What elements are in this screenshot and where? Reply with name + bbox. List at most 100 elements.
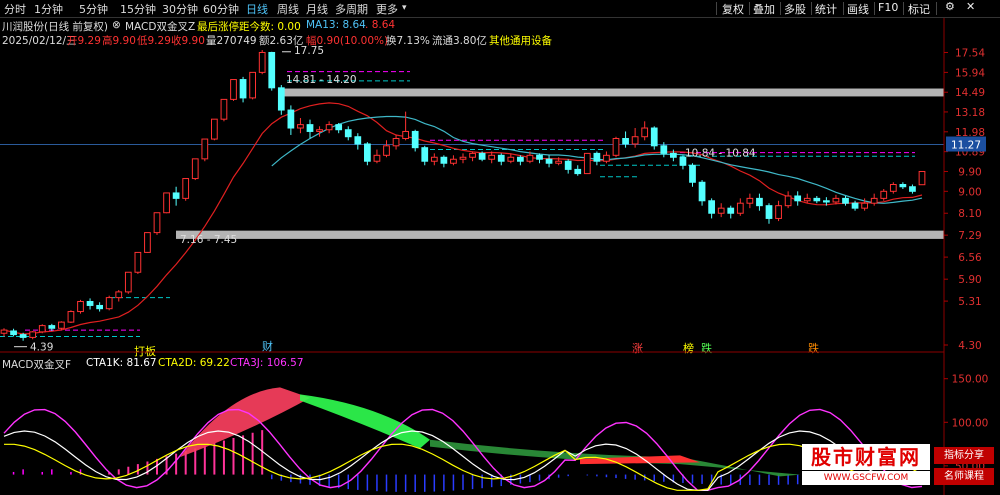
candle-body <box>564 160 572 170</box>
price-tick-label: 5.31 <box>958 296 981 308</box>
candle-body <box>19 334 27 338</box>
candle-body <box>851 202 859 209</box>
current-price-label: 11.27 <box>951 140 981 152</box>
candle-body <box>717 207 725 214</box>
candle-body <box>402 130 409 140</box>
candle-body <box>641 127 649 138</box>
candle-body <box>383 145 390 156</box>
band-lower-label: 7.16 - 7.45 <box>180 234 237 246</box>
candle-body <box>488 154 496 160</box>
sub-axis-label: 100.00 <box>952 417 989 429</box>
price-tick-label: 8.10 <box>958 208 981 220</box>
candle-body <box>105 297 113 310</box>
candle-body <box>622 138 629 145</box>
macd-positive-area <box>180 387 310 458</box>
price-tick-label: 9.00 <box>958 186 981 198</box>
candle-body <box>459 156 467 160</box>
candle-body <box>450 158 457 164</box>
candle-body <box>660 145 668 154</box>
candle-body <box>96 304 103 310</box>
candle-body <box>469 152 476 158</box>
candle-body <box>29 331 37 338</box>
price-tick-label: 13.18 <box>955 107 985 119</box>
candle-body <box>698 181 706 202</box>
limit-down-tag-label: 跌 <box>701 341 712 355</box>
candle-body <box>765 205 773 219</box>
candle-body <box>870 197 878 204</box>
candle-body <box>794 195 802 202</box>
drop-tag-label: 跌 <box>808 341 819 355</box>
brand-url: WWW.GSCFW.COM <box>802 471 930 485</box>
candle-body <box>153 212 161 234</box>
candle-body <box>38 325 46 333</box>
resistance-band <box>284 88 944 97</box>
brand-watermark: 股市财富网 <box>802 444 930 470</box>
candle-body <box>823 200 830 203</box>
candle-body <box>48 325 56 329</box>
candle-body <box>861 202 868 209</box>
teacher-course-badge[interactable]: 名师课程 <box>934 468 994 485</box>
candle-body <box>555 160 562 164</box>
candle-body <box>430 156 438 162</box>
candle-body <box>536 154 543 160</box>
candle-body <box>708 200 715 214</box>
cta2d-label: CTA2D: 69.22 <box>158 357 230 369</box>
candle-body <box>124 271 132 293</box>
candle-body <box>440 156 448 164</box>
candle-body <box>325 124 333 131</box>
candle-body <box>880 190 888 199</box>
candle-body <box>746 197 754 204</box>
buy-tag-label: 打板 <box>134 344 156 358</box>
candle-body <box>756 197 763 207</box>
candle-body <box>182 178 190 199</box>
cta3j-label: CTA3J: 106.57 <box>230 357 304 369</box>
price-tick-label: 17.54 <box>955 47 985 59</box>
candle-body <box>889 183 897 192</box>
candle-body <box>134 251 142 273</box>
candle-body <box>899 183 907 188</box>
candle-body <box>373 154 381 162</box>
candle-body <box>670 152 677 158</box>
candle-body <box>842 197 849 204</box>
candle-body <box>258 51 266 73</box>
candle-body <box>918 170 926 186</box>
candle-body <box>354 136 362 145</box>
candle-body <box>727 207 735 214</box>
ma13-line <box>3 102 923 335</box>
candle-body <box>784 195 792 207</box>
candle-body <box>813 197 821 202</box>
candle-body <box>172 192 180 199</box>
sub-axis-label: 150.00 <box>952 374 989 386</box>
candle-body <box>201 138 209 160</box>
candle-body <box>277 87 285 111</box>
high-marker-label: 17.75 <box>294 45 324 57</box>
candle-body <box>612 138 620 156</box>
macd-green-area <box>300 394 430 449</box>
candle-body <box>86 300 94 306</box>
candle-body <box>115 291 123 299</box>
candle-body <box>58 321 65 329</box>
candle-body <box>306 124 314 132</box>
price-tick-label: 15.94 <box>955 67 985 79</box>
indicator-share-badge[interactable]: 指标分享 <box>934 447 994 464</box>
sub-indicator-title: MACD双金叉F <box>2 359 72 371</box>
candle-body <box>631 136 639 145</box>
candle-body <box>364 143 371 162</box>
band-upper-label: 14.81 - 14.20 <box>286 74 357 86</box>
candle-body <box>268 51 276 89</box>
price-tick-label: 14.49 <box>955 87 985 99</box>
candle-body <box>220 98 228 120</box>
candle-body <box>316 129 323 132</box>
candle-body <box>689 164 696 183</box>
candle-body <box>287 109 295 129</box>
candle-body <box>736 202 744 214</box>
price-chart: 17.75 14.81 - 14.20 7.16 - 7.45 10.84 - 10.… <box>0 18 989 495</box>
candle-body <box>497 154 505 162</box>
price-tick-label: 9.90 <box>958 166 981 178</box>
price-tick-label: 6.56 <box>958 252 982 264</box>
price-tick-label: 5.90 <box>958 274 981 286</box>
support-band <box>176 230 944 239</box>
candle-body <box>411 130 419 149</box>
cta1k-label: CTA1K: 81.67 <box>86 357 157 369</box>
candle-body <box>0 329 8 334</box>
